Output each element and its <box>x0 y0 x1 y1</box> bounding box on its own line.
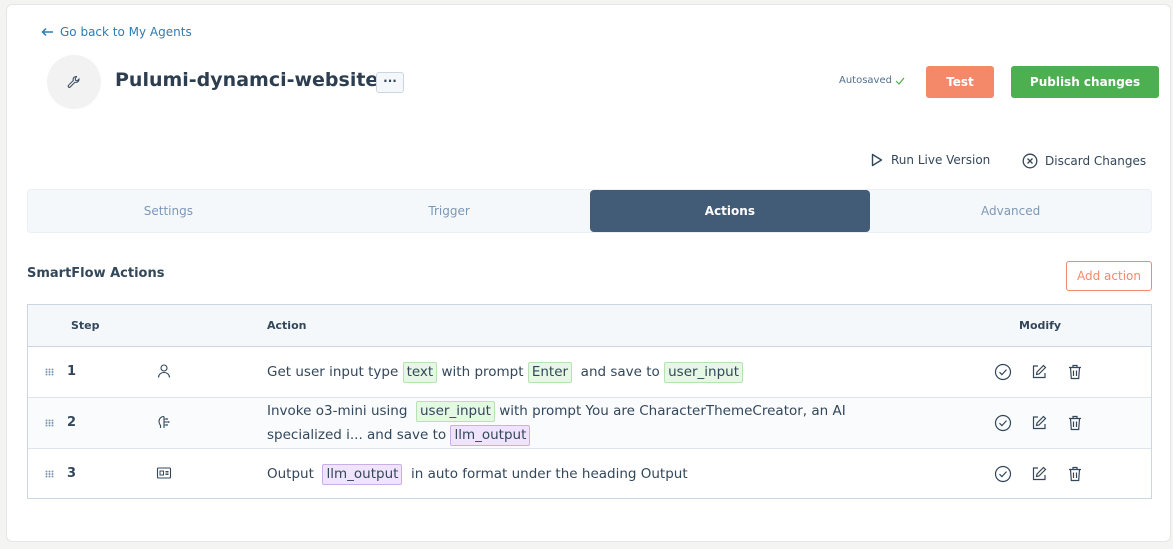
discard-changes-button[interactable]: Discard Changes <box>1022 153 1146 169</box>
edit-icon[interactable] <box>1030 465 1048 483</box>
edit-icon[interactable] <box>1030 414 1048 432</box>
step-number: 2 <box>67 415 77 430</box>
action-text: Get user input type <box>267 364 403 380</box>
add-action-button[interactable]: Add action <box>1066 261 1152 291</box>
tab-advanced[interactable]: Advanced <box>870 190 1151 232</box>
tab-bar: Settings Trigger Actions Advanced <box>27 189 1152 233</box>
action-description: Invoke o3-mini using user_input with pro… <box>267 399 887 447</box>
play-icon <box>871 153 883 167</box>
drag-handle-icon[interactable] <box>45 470 54 478</box>
tab-trigger[interactable]: Trigger <box>309 190 590 232</box>
back-link[interactable]: Go back to My Agents <box>41 25 192 39</box>
section-title: SmartFlow Actions <box>27 266 165 281</box>
tab-settings[interactable]: Settings <box>28 190 309 232</box>
table-row: 2 Invoke o3-mini using user_input with p… <box>28 398 1151 449</box>
output-icon <box>156 467 172 479</box>
variable-tag: text <box>402 362 438 383</box>
variable-tag: Enter <box>527 362 573 383</box>
wrench-icon <box>67 76 80 88</box>
modify-controls <box>994 465 1084 483</box>
autosaved-status: Autosaved <box>839 75 905 86</box>
drag-handle-icon[interactable] <box>45 368 54 376</box>
trash-icon[interactable] <box>1066 414 1084 432</box>
action-text: with prompt <box>437 364 528 380</box>
check-circle-icon[interactable] <box>994 363 1012 381</box>
publish-changes-button[interactable]: Publish changes <box>1011 66 1159 98</box>
modify-controls <box>994 363 1084 381</box>
check-circle-icon[interactable] <box>994 414 1012 432</box>
tab-actions[interactable]: Actions <box>589 190 871 232</box>
back-link-label: Go back to My Agents <box>60 25 192 39</box>
more-options-button[interactable]: ··· <box>376 72 404 93</box>
table-header: Step Action Modify <box>28 305 1151 347</box>
edit-icon[interactable] <box>1030 363 1048 381</box>
header-action: Action <box>267 319 307 332</box>
variable-tag: llm_output <box>450 425 531 446</box>
action-description: Get user input type text with prompt Ent… <box>267 360 887 384</box>
user-icon <box>157 364 171 378</box>
action-text: and save to <box>572 364 665 380</box>
run-live-version-button[interactable]: Run Live Version <box>871 153 990 167</box>
variable-tag: user_input <box>416 401 495 422</box>
action-text: in auto format under the heading Output <box>402 466 688 482</box>
table-row: 3 Output llm_output in auto format under… <box>28 449 1151 500</box>
trash-icon[interactable] <box>1066 465 1084 483</box>
variable-tag: llm_output <box>322 464 403 485</box>
check-icon <box>895 77 905 85</box>
arrow-left-icon <box>41 27 53 37</box>
close-circle-icon <box>1022 153 1038 169</box>
test-button[interactable]: Test <box>926 66 994 98</box>
agent-title: Pulumi-dynamci-website <box>115 69 379 91</box>
brain-icon <box>158 415 170 428</box>
run-live-label: Run Live Version <box>891 153 991 167</box>
action-description: Output llm_output in auto format under t… <box>267 462 887 486</box>
modify-controls <box>994 414 1084 432</box>
table-row: 1 Get user input type text with prompt E… <box>28 347 1151 398</box>
header-modify: Modify <box>1019 319 1062 332</box>
action-text: Invoke o3-mini using <box>267 403 416 419</box>
drag-handle-icon[interactable] <box>45 419 54 427</box>
header-step: Step <box>71 319 100 332</box>
check-circle-icon[interactable] <box>994 465 1012 483</box>
agent-avatar <box>47 55 101 109</box>
actions-table: Step Action Modify 1 Get user input type… <box>27 304 1152 499</box>
trash-icon[interactable] <box>1066 363 1084 381</box>
step-number: 3 <box>67 466 77 481</box>
variable-tag: user_input <box>664 362 744 383</box>
discard-label: Discard Changes <box>1045 154 1147 168</box>
step-number: 1 <box>67 364 77 379</box>
autosaved-label: Autosaved <box>839 75 892 86</box>
action-text: Output <box>267 466 323 482</box>
